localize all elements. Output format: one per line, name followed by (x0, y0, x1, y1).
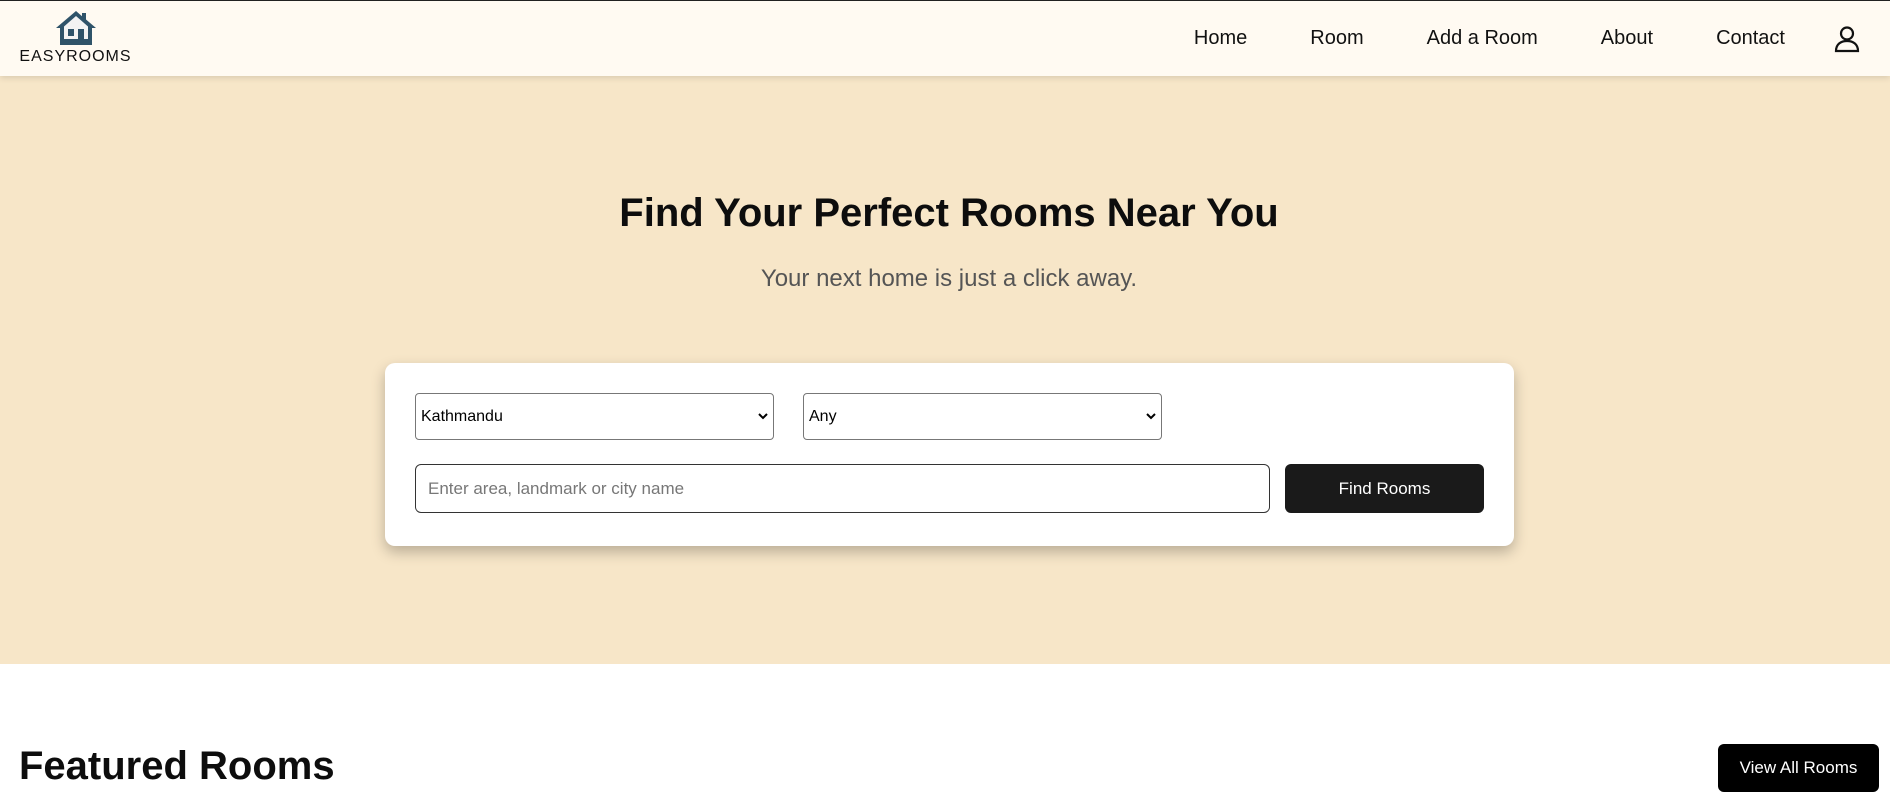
city-select[interactable]: Kathmandu (415, 393, 774, 440)
city-select-value: Kathmandu (421, 407, 503, 425)
user-icon[interactable] (1834, 25, 1860, 53)
view-all-rooms-button[interactable]: View All Rooms (1718, 744, 1879, 792)
main-nav: Home Room Add a Room About Contact (1194, 1, 1890, 76)
chevron-down-icon (758, 413, 768, 420)
hero-title: Find Your Perfect Rooms Near You (619, 191, 1279, 235)
location-search-input[interactable] (415, 464, 1270, 513)
chevron-down-icon (1146, 413, 1156, 420)
brand-name: EASYROOMS (19, 48, 132, 65)
site-header: EASYROOMS Home Room Add a Room About Con… (0, 1, 1890, 76)
nav-room[interactable]: Room (1310, 27, 1363, 50)
room-type-select[interactable]: Any (803, 393, 1162, 440)
find-rooms-button[interactable]: Find Rooms (1285, 464, 1484, 513)
featured-rooms-title: Featured Rooms (19, 744, 335, 788)
brand-logo[interactable]: EASYROOMS (18, 9, 133, 66)
nav-home[interactable]: Home (1194, 27, 1247, 50)
room-type-select-value: Any (809, 407, 837, 425)
hero-subtitle: Your next home is just a click away. (760, 265, 1138, 292)
nav-contact[interactable]: Contact (1716, 27, 1785, 50)
hero-section: Find Your Perfect Rooms Near You Your ne… (0, 76, 1890, 664)
nav-about[interactable]: About (1601, 27, 1653, 50)
search-card: Kathmandu Any Find Rooms (385, 363, 1514, 546)
house-icon (55, 11, 96, 45)
nav-add-room[interactable]: Add a Room (1427, 27, 1538, 50)
